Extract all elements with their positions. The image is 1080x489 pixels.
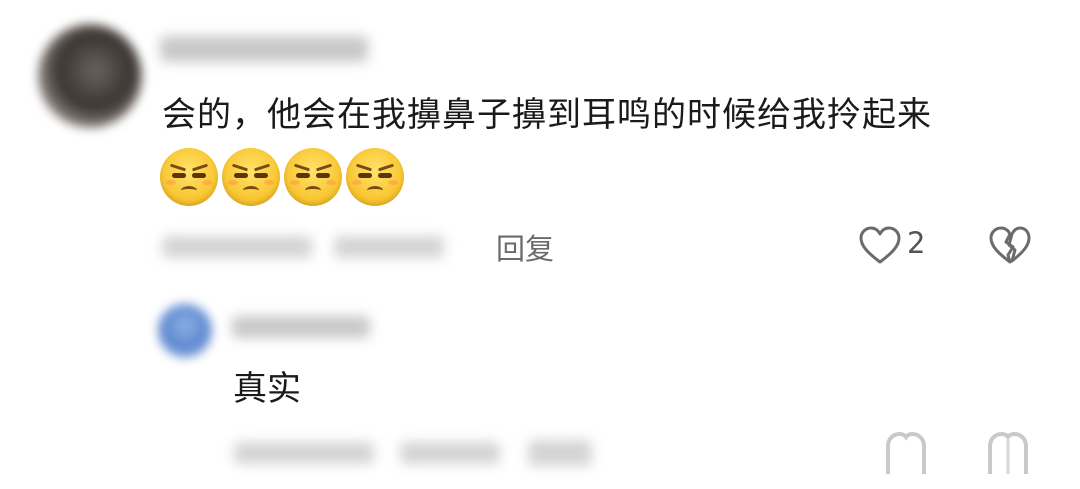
comment-text: 会的，他会在我擤鼻子擤到耳鸣的时候给我拎起来 bbox=[162, 95, 932, 135]
emoji-row bbox=[160, 148, 404, 206]
unamused-face-emoji bbox=[284, 148, 342, 206]
reply-text: 真实 bbox=[233, 369, 301, 409]
unamused-face-emoji bbox=[222, 148, 280, 206]
reply-button-redacted[interactable] bbox=[528, 440, 592, 466]
commenter-name-redacted[interactable] bbox=[160, 36, 368, 62]
comment-time-redacted bbox=[162, 236, 312, 258]
reply-time-redacted bbox=[234, 442, 374, 464]
unamused-face-emoji bbox=[160, 148, 218, 206]
commenter-avatar[interactable] bbox=[38, 24, 142, 128]
unamused-face-emoji bbox=[346, 148, 404, 206]
comment-location-redacted bbox=[334, 236, 444, 258]
heart-icon[interactable] bbox=[858, 225, 902, 269]
replier-name-redacted[interactable] bbox=[232, 316, 370, 338]
like-count: 2 bbox=[907, 226, 926, 260]
replier-avatar[interactable] bbox=[158, 304, 212, 358]
reply-button[interactable]: 回复 bbox=[496, 226, 554, 268]
broken-heart-icon[interactable] bbox=[988, 225, 1032, 269]
reply-location-redacted bbox=[400, 442, 500, 464]
heart-icon-cropped[interactable] bbox=[882, 430, 930, 482]
broken-heart-icon-cropped[interactable] bbox=[984, 430, 1032, 482]
